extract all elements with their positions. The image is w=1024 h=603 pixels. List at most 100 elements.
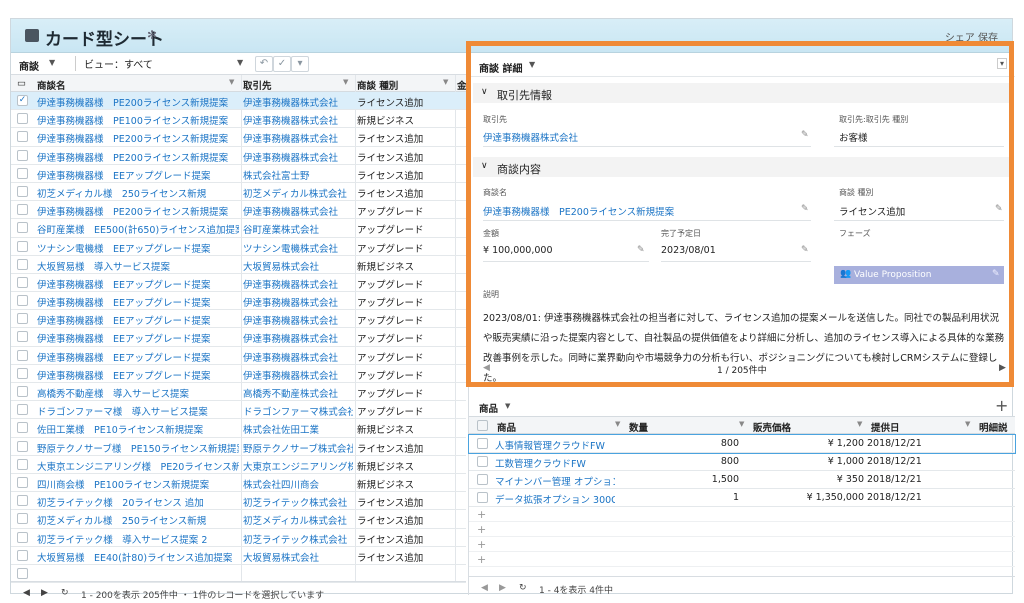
opportunity-name-link[interactable]: 伊達事務機器様 PE200ライセンス新規提案 <box>37 150 239 164</box>
prev-page-icon[interactable]: ◀ <box>23 588 30 598</box>
add-row-placeholder[interactable]: + <box>469 553 1015 567</box>
opportunity-name-link[interactable]: 初芝メディカル様 250ライセンス新規 <box>37 513 239 527</box>
account-link[interactable]: 伊達事務機器株式会社 <box>243 313 353 327</box>
table-row[interactable]: 大坂貿易様 EE40(計80)ライセンス追加提案 大坂貿易株式会社 ライセンス追加 <box>11 547 466 565</box>
price-cell[interactable]: ¥ 1,000 <box>749 456 864 467</box>
account-link[interactable]: 伊達事務機器株式会社 <box>243 331 353 345</box>
account-link[interactable]: 伊達事務機器株式会社 <box>243 277 353 291</box>
quantity-cell[interactable]: 1,500 <box>629 474 739 485</box>
prev-record-icon[interactable]: ◀ <box>483 363 490 373</box>
row-checkbox[interactable] <box>477 438 488 449</box>
opportunity-type-cell[interactable]: 新規ビジネス <box>357 113 457 127</box>
add-icon[interactable]: + <box>477 508 486 521</box>
table-row[interactable]: 伊達事務機器様 PE200ライセンス新規提案 伊達事務機器株式会社 アップグレード <box>11 201 466 220</box>
product-row[interactable]: データ拡張オプション 300G... 1 ¥ 1,350,000 2018/12/21 <box>469 489 1015 507</box>
row-checkbox[interactable] <box>17 567 28 579</box>
account-link[interactable]: 高橋秀不動産株式会社 <box>243 386 353 400</box>
chevron-down-icon[interactable]: ▼ <box>857 420 862 428</box>
product-name-link[interactable]: 工数管理クラウドFW <box>495 456 615 470</box>
opportunity-type-cell[interactable]: 新規ビジネス <box>357 259 457 273</box>
opportunity-type-cell[interactable]: アップグレード <box>357 331 457 345</box>
row-checkbox[interactable] <box>17 422 28 434</box>
opportunity-type-cell[interactable]: ライセンス追加 <box>357 131 457 145</box>
edit-pencil-icon[interactable]: ✎ <box>801 204 809 214</box>
add-icon[interactable]: + <box>995 396 1008 415</box>
chevron-down-icon[interactable]: ▼ <box>343 78 348 86</box>
column-header-price[interactable]: 販売価格 <box>753 420 791 434</box>
opportunity-type-cell[interactable]: アップグレード <box>357 204 457 218</box>
table-row[interactable]: 四川商会様 PE100ライセンス新規提案 株式会社四川商会 新規ビジネス <box>11 474 466 493</box>
account-link[interactable]: 大坂貿易株式会社 <box>243 259 353 273</box>
date-cell[interactable]: 2018/12/21 <box>867 456 947 467</box>
column-header-date[interactable]: 提供日 <box>871 420 900 434</box>
account-link[interactable]: 株式会社四川商会 <box>243 477 353 491</box>
row-checkbox[interactable] <box>17 258 28 270</box>
table-row[interactable]: 伊達事務機器様 EEアップグレード提案 伊達事務機器株式会社 アップグレード <box>11 310 466 329</box>
column-header-type[interactable]: 商談 種別 <box>357 78 398 92</box>
section-opportunity-content[interactable]: ∨ 商談内容 <box>473 157 1011 177</box>
account-link[interactable]: 大東京エンジニアリング株... <box>243 459 353 473</box>
table-row[interactable]: 野原テクノサーブ様 PE150ライセンス新規提案 野原テクノサーブ株式会社 ライセン… <box>11 438 466 456</box>
opportunity-name-link[interactable]: 大坂貿易様 導入サービス提案 <box>37 259 239 273</box>
select-all-checkbox[interactable] <box>477 420 488 431</box>
account-link[interactable]: 野原テクノサーブ株式会社 <box>243 441 353 455</box>
account-link[interactable]: 伊達事務機器株式会社 <box>243 204 353 218</box>
account-link[interactable]: 伊達事務機器株式会社 <box>243 350 353 364</box>
opportunity-type-cell[interactable]: アップグレード <box>357 350 457 364</box>
date-cell[interactable]: 2018/12/21 <box>867 438 947 449</box>
account-link[interactable]: 初芝ライテック株式会社 <box>243 532 353 546</box>
add-icon[interactable]: + <box>477 538 486 551</box>
opportunity-name-link[interactable]: 初芝ライテック様 20ライセンス 追加 <box>37 495 239 509</box>
table-row[interactable]: 伊達事務機器様 EEアップグレード提案 伊達事務機器株式会社 アップグレード <box>11 365 466 383</box>
table-row[interactable]: ドラゴンファーマ様 導入サービス提案 ドラゴンファーマ株式会社 アップグレード <box>11 401 466 420</box>
opportunity-type-cell[interactable]: ライセンス追加 <box>357 186 457 200</box>
table-row[interactable]: 初芝メディカル様 250ライセンス新規 初芝メディカル株式会社 ライセンス追加 <box>11 183 466 202</box>
opportunity-name-link[interactable]: 伊達事務機器様 EEアップグレード提案 <box>37 277 239 291</box>
row-checkbox[interactable] <box>17 113 28 125</box>
row-checkbox[interactable] <box>17 313 28 325</box>
account-link[interactable]: 株式会社富士野 <box>243 168 353 182</box>
opportunity-type-cell[interactable]: ライセンス追加 <box>357 441 457 455</box>
opportunity-name-link[interactable]: 伊達事務機器様 EEアップグレード提案 <box>37 350 239 364</box>
opportunity-name-link[interactable]: 大坂貿易様 EE40(計80)ライセンス追加提案 <box>37 550 239 564</box>
chevron-down-icon[interactable]: ▼ <box>229 78 234 86</box>
quantity-cell[interactable]: 1 <box>629 492 739 503</box>
account-link[interactable]: 初芝メディカル株式会社 <box>243 186 353 200</box>
refresh-icon[interactable]: ↻ <box>61 588 69 598</box>
opportunity-type-cell[interactable]: アップグレード <box>357 313 457 327</box>
opportunity-name-link[interactable]: 初芝メディカル様 250ライセンス新規 <box>37 186 239 200</box>
chevron-down-icon[interactable]: ▼ <box>237 58 243 67</box>
row-checkbox[interactable] <box>17 531 28 543</box>
row-checkbox[interactable] <box>17 549 28 561</box>
opportunity-type-cell[interactable]: アップグレード <box>357 368 457 382</box>
table-row[interactable]: 伊達事務機器様 PE100ライセンス新規提案 伊達事務機器株式会社 新規ビジネス <box>11 110 466 129</box>
account-link[interactable]: 伊達事務機器株式会社 <box>243 150 353 164</box>
opportunity-type-cell[interactable]: ライセンス追加 <box>357 495 457 509</box>
table-row[interactable]: 初芝メディカル様 250ライセンス新規 初芝メディカル株式会社 ライセンス追加 <box>11 510 466 529</box>
opportunity-name-field[interactable]: 伊達事務機器様 PE200ライセンス新規提案 <box>483 204 674 218</box>
table-row[interactable]: 大坂貿易様 導入サービス提案 大坂貿易株式会社 新規ビジネス <box>11 256 466 274</box>
row-checkbox[interactable]: ✓ <box>17 95 28 106</box>
products-label[interactable]: 商品 <box>479 401 498 415</box>
account-link[interactable]: 谷町産業株式会社 <box>243 222 353 236</box>
column-header-account[interactable]: 取引先 <box>243 78 272 92</box>
check-button[interactable]: ✓ <box>273 56 291 72</box>
add-icon[interactable]: + <box>477 553 486 566</box>
row-checkbox[interactable] <box>17 367 28 379</box>
opportunity-type-cell[interactable]: ライセンス追加 <box>357 95 457 109</box>
chevron-down-icon[interactable]: ▼ <box>49 58 55 67</box>
next-page-icon[interactable]: ▶ <box>499 583 506 593</box>
table-row[interactable]: 伊達事務機器様 EEアップグレード提案 株式会社富士野 ライセンス追加 <box>11 165 466 183</box>
row-checkbox[interactable] <box>17 240 28 252</box>
opportunity-name-link[interactable]: 伊達事務機器様 EEアップグレード提案 <box>37 331 239 345</box>
table-row[interactable]: 初芝ライテック様 導入サービス提案 2 初芝ライテック株式会社 ライセンス追加 <box>11 529 466 547</box>
quantity-cell[interactable]: 800 <box>629 456 739 467</box>
opportunity-type-cell[interactable]: アップグレード <box>357 295 457 309</box>
row-checkbox[interactable] <box>17 458 28 470</box>
opportunity-type-cell[interactable]: 新規ビジネス <box>357 477 457 491</box>
account-link[interactable]: 大坂貿易株式会社 <box>243 550 353 564</box>
opportunity-name-link[interactable]: ドラゴンファーマ様 導入サービス提案 <box>37 404 239 418</box>
add-row-placeholder[interactable]: + <box>469 523 1015 537</box>
edit-pencil-icon[interactable]: ✎ <box>995 204 1003 214</box>
opportunity-name-link[interactable]: 伊達事務機器様 PE200ライセンス新規提案 <box>37 131 239 145</box>
